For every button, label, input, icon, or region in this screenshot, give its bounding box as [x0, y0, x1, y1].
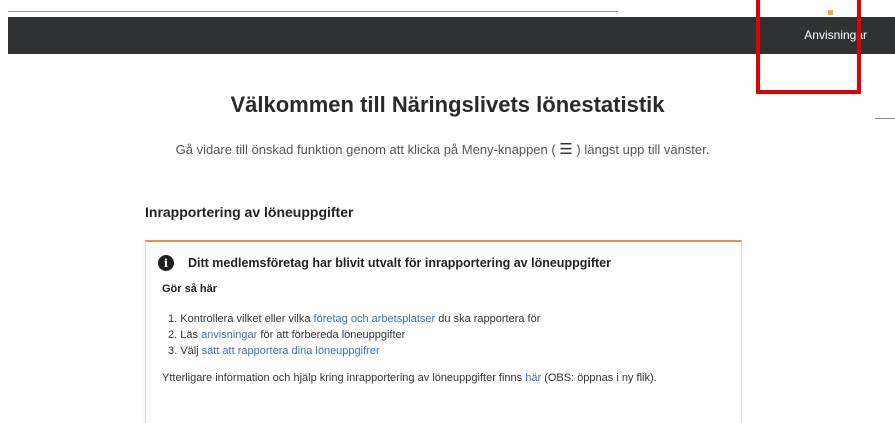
page-title: Välkommen till Näringslivets lönestatist…	[230, 92, 665, 117]
more-info-before: Ytterligare information och hjälp kring …	[162, 372, 523, 384]
more-info-after: (OBS: öppnas i ny flik).	[544, 372, 657, 384]
subtitle: Gå vidare till önskad funktion genom att…	[0, 140, 885, 158]
link-satt-att-rapportera[interactable]: sätt att rapportera dina löneuppgifrer	[202, 345, 380, 357]
link-foretag-och-arbetsplatser[interactable]: företag och arbetsplatser	[314, 313, 436, 325]
info-card: i Ditt medlemsföretag har blivit utvalt …	[145, 240, 742, 423]
info-icon: i	[158, 255, 174, 271]
subtitle-text-before: Gå vidare till önskad funktion genom att…	[175, 142, 556, 157]
howto-heading: Gör så här	[162, 283, 218, 295]
list-item: 2. Läs anvisningar för att förbereda lön…	[168, 327, 540, 343]
alert-row: i Ditt medlemsföretag har blivit utvalt …	[158, 255, 611, 271]
steps-list: 1. Kontrollera vilket eller vilka företa…	[168, 311, 540, 359]
step-text: för att förbereda löneuppgifter	[260, 329, 406, 341]
link-anvisningar[interactable]: anvisningar	[201, 329, 257, 341]
more-info-text: Ytterligare information och hjälp kring …	[162, 372, 657, 384]
step-text: Välj	[180, 345, 199, 357]
side-divider	[875, 118, 895, 119]
page: Anvisningar Välkommen till Näringslivets…	[0, 0, 895, 423]
link-har[interactable]: här	[525, 372, 541, 384]
subtitle-text-after: ) längst upp till vänster.	[576, 142, 710, 157]
step-number: 3.	[168, 345, 178, 357]
menu-icon: ☰	[559, 141, 573, 158]
alert-text: Ditt medlemsföretag har blivit utvalt fö…	[188, 256, 611, 270]
step-number: 2.	[168, 329, 178, 341]
top-divider	[8, 11, 618, 12]
step-text: Läs	[180, 329, 198, 341]
highlight-box	[756, 0, 861, 94]
step-number: 1.	[168, 313, 178, 325]
step-text: Kontrollera vilket eller vilka	[180, 313, 311, 325]
list-item: 3. Välj sätt att rapportera dina löneupp…	[168, 343, 540, 359]
list-item: 1. Kontrollera vilket eller vilka företa…	[168, 311, 540, 327]
section-heading: Inrapportering av löneuppgifter	[145, 204, 354, 220]
step-text: du ska rapportera för	[438, 313, 541, 325]
